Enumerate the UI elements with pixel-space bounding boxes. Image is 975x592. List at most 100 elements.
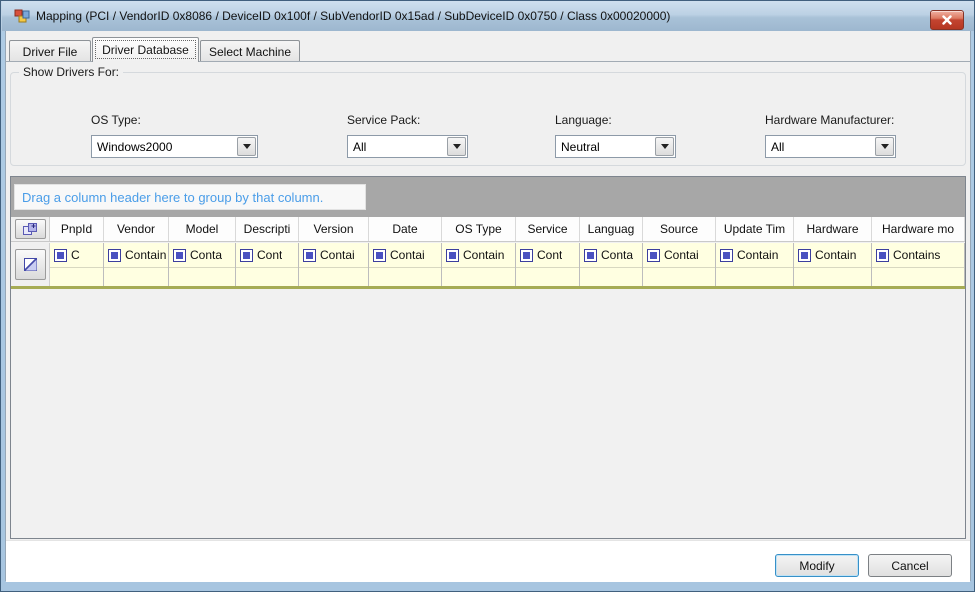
filter-condition-button[interactable]: Contain	[794, 243, 871, 267]
hardware-manufacturer-value: All	[766, 140, 874, 154]
os-type-dropdown-button[interactable]	[237, 137, 256, 156]
column-header-label: PnpId	[61, 222, 92, 236]
column-header-hardware[interactable]: Hardware	[794, 217, 872, 241]
filter-condition-icon	[54, 249, 67, 262]
filter-value-input[interactable]	[299, 267, 368, 285]
service-pack-label: Service Pack:	[347, 113, 420, 127]
filter-condition-label: Contain	[463, 248, 504, 262]
column-chooser-button[interactable]	[15, 219, 46, 239]
grid-header-row: PnpId VendorModel Descripti Version Date OS T…	[11, 217, 965, 242]
filter-value-input[interactable]	[369, 267, 441, 285]
filter-condition-button[interactable]: Contai	[643, 243, 715, 267]
column-header-update-tim[interactable]: Update Tim	[716, 217, 794, 241]
filter-condition-button[interactable]: Conta	[580, 243, 642, 267]
column-header-vendor[interactable]: Vendor	[104, 217, 169, 241]
filter-condition-button[interactable]: Conta	[169, 243, 235, 267]
filter-condition-label: Contain	[125, 248, 166, 262]
language-dropdown-button[interactable]	[655, 137, 674, 156]
filter-condition-button[interactable]: Contai	[299, 243, 368, 267]
filter-value-input[interactable]	[50, 267, 103, 285]
tab-select-machine[interactable]: Select Machine	[200, 40, 300, 61]
filter-condition-button[interactable]: Contain	[442, 243, 515, 267]
filter-condition-button[interactable]: Contains	[872, 243, 964, 267]
column-header-label: Source	[660, 222, 698, 236]
filter-condition-label: C	[71, 248, 80, 262]
column-header-label: Descripti	[244, 222, 291, 236]
winforms-app-icon	[14, 8, 30, 24]
filter-cell-version: Contai	[299, 243, 369, 286]
dialog-window: Mapping (PCI / VendorID 0x8086 / DeviceI…	[0, 0, 975, 592]
filter-value-input[interactable]	[872, 267, 964, 285]
language-select[interactable]: Neutral	[555, 135, 676, 158]
filter-condition-label: Contai	[664, 248, 699, 262]
filter-condition-button[interactable]: Cont	[516, 243, 579, 267]
filter-condition-button[interactable]: Cont	[236, 243, 298, 267]
filter-condition-button[interactable]: Contain	[716, 243, 793, 267]
title-bar: Mapping (PCI / VendorID 0x8086 / DeviceI…	[2, 1, 975, 31]
filter-condition-button[interactable]: Contai	[369, 243, 441, 267]
filter-cell-service: Cont	[516, 243, 580, 286]
group-by-hint-box: Drag a column header here to group by th…	[14, 184, 366, 210]
column-header-label: Service	[527, 222, 567, 236]
groupbox-title: Show Drivers For:	[19, 65, 123, 79]
tab-driver-database[interactable]: Driver Database	[92, 37, 199, 62]
filter-condition-label: Cont	[257, 248, 282, 262]
filter-cell-update-tim: Contain	[716, 243, 794, 286]
column-header-label: Date	[392, 222, 417, 236]
group-by-hint-text: Drag a column header here to group by th…	[15, 190, 323, 205]
column-header-hardware-mo[interactable]: Hardware mo	[872, 217, 965, 241]
column-header-source[interactable]: Source	[643, 217, 716, 241]
cancel-button[interactable]: Cancel	[868, 554, 952, 577]
filter-value-input[interactable]	[169, 267, 235, 285]
filter-cell-descripti: Cont	[236, 243, 299, 286]
filter-cell-vendor: Contain	[104, 243, 169, 286]
filter-indicator-cell	[11, 243, 50, 286]
column-header-model[interactable]: Model	[169, 217, 236, 241]
column-header-version[interactable]: Version	[299, 217, 369, 241]
filter-cell-languag: Conta	[580, 243, 643, 286]
column-header-descripti[interactable]: Descripti	[236, 217, 299, 241]
filter-value-input[interactable]	[716, 267, 793, 285]
filter-value-input[interactable]	[104, 267, 168, 285]
os-type-select[interactable]: Windows2000	[91, 135, 258, 158]
filter-value-input[interactable]	[516, 267, 579, 285]
filter-condition-icon	[647, 249, 660, 262]
filter-condition-icon	[108, 249, 121, 262]
clear-filter-button[interactable]	[15, 249, 46, 280]
filter-condition-button[interactable]: C	[50, 243, 103, 267]
group-by-panel[interactable]: Drag a column header here to group by th…	[11, 177, 965, 217]
filter-cell-os-type: Contain	[442, 243, 516, 286]
filter-value-input[interactable]	[442, 267, 515, 285]
column-header-languag[interactable]: Languag	[580, 217, 643, 241]
language-value: Neutral	[556, 140, 654, 154]
filter-condition-icon	[373, 249, 386, 262]
filter-condition-icon	[720, 249, 733, 262]
service-pack-dropdown-button[interactable]	[447, 137, 466, 156]
tab-driver-file[interactable]: Driver File	[9, 40, 91, 61]
os-type-label: OS Type:	[91, 113, 141, 127]
filter-value-input[interactable]	[643, 267, 715, 285]
filter-condition-label: Contain	[815, 248, 856, 262]
footer-panel: Modify Cancel	[6, 540, 970, 582]
close-icon	[941, 15, 953, 25]
filter-value-input[interactable]	[580, 267, 642, 285]
filter-cell-model: Conta	[169, 243, 236, 286]
close-button[interactable]	[930, 10, 964, 30]
filter-condition-button[interactable]: Contain	[104, 243, 168, 267]
column-header-service[interactable]: Service	[516, 217, 580, 241]
hardware-manufacturer-select[interactable]: All	[765, 135, 896, 158]
column-header-date[interactable]: Date	[369, 217, 442, 241]
column-header-pnpid[interactable]: PnpId	[50, 217, 104, 241]
filter-condition-label: Conta	[190, 248, 222, 262]
filter-condition-label: Contai	[320, 248, 355, 262]
filter-value-input[interactable]	[794, 267, 871, 285]
hardware-manufacturer-dropdown-button[interactable]	[875, 137, 894, 156]
column-header-os-type[interactable]: OS Type	[442, 217, 516, 241]
row-indicator-header-cell	[11, 217, 50, 241]
filter-cell-date: Contai	[369, 243, 442, 286]
tab-page-driver-database: Show Drivers For: OS Type: Windows2000 S…	[5, 61, 971, 581]
filter-value-input[interactable]	[236, 267, 298, 285]
drivers-grid: Drag a column header here to group by th…	[10, 176, 966, 539]
service-pack-select[interactable]: All	[347, 135, 468, 158]
modify-button[interactable]: Modify	[775, 554, 859, 577]
